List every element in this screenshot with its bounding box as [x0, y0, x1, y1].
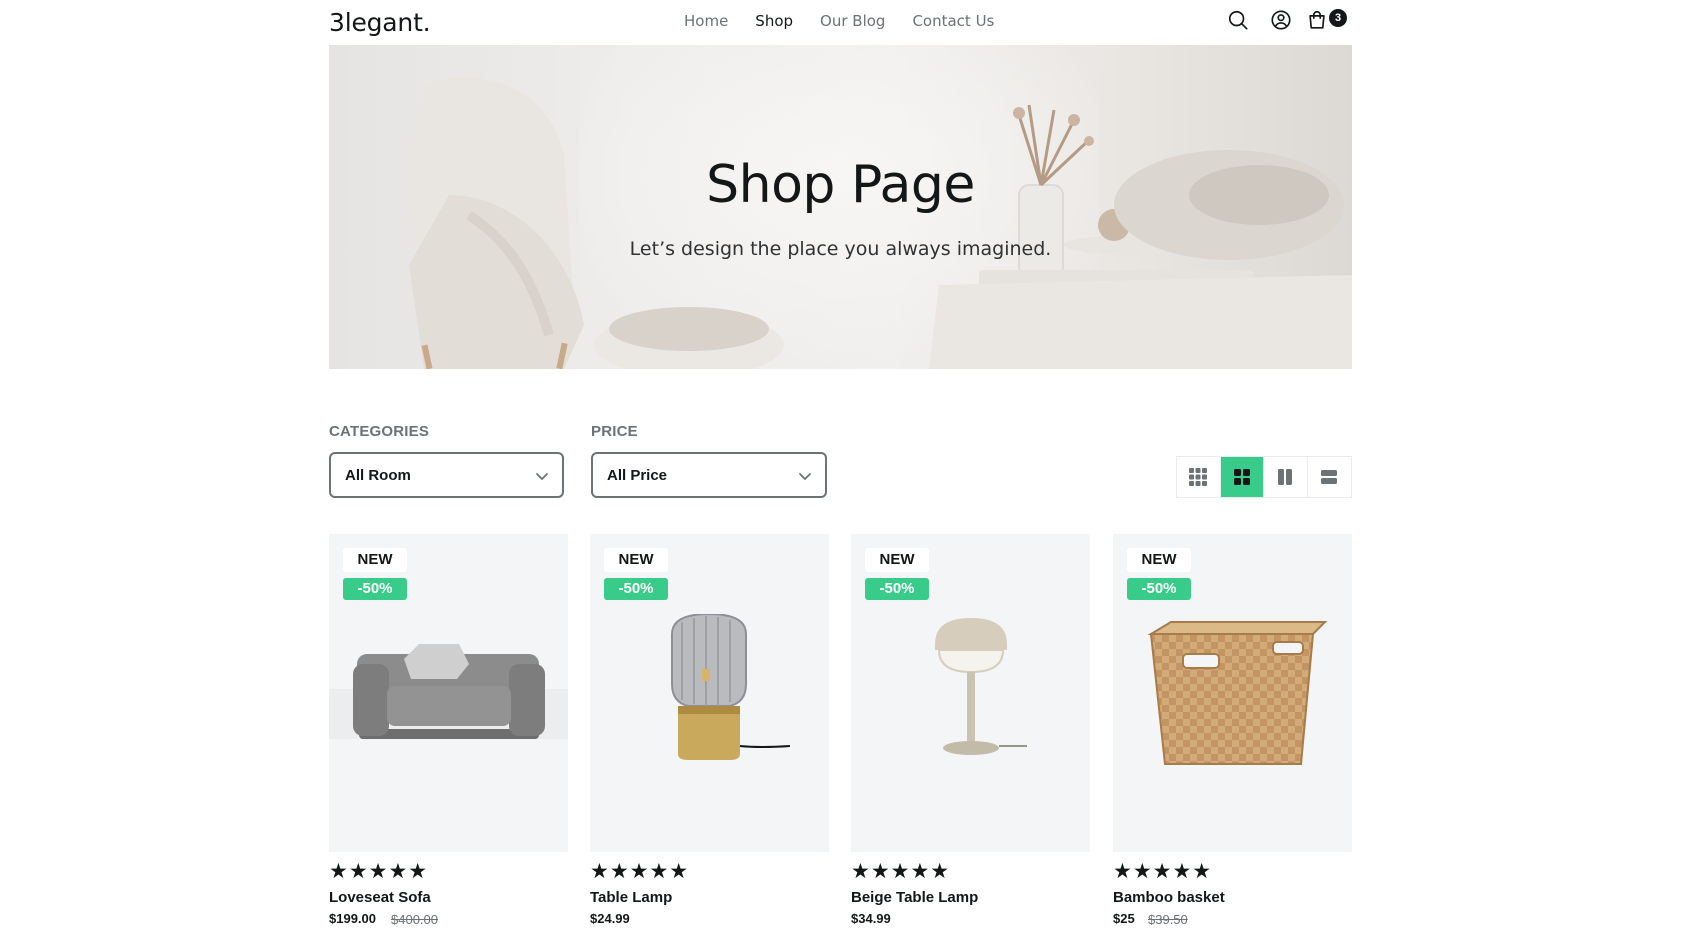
discount-badge: -50% — [1127, 578, 1191, 600]
site-logo[interactable]: 3legant. — [329, 8, 431, 37]
rows-icon — [1321, 470, 1338, 484]
product-card[interactable]: NEW -50% ★★★★★ Table Lamp $24.99 — [590, 534, 829, 926]
table-lamp-illustration — [671, 614, 791, 760]
product-price: $24.99 — [590, 911, 630, 926]
categories-value: All Room — [345, 467, 411, 484]
new-badge: NEW — [343, 548, 407, 572]
categories-select[interactable]: All Room — [329, 452, 564, 498]
rating-stars: ★★★★★ — [329, 860, 429, 883]
bamboo-basket-illustration — [1147, 621, 1328, 765]
view-grid-3x3-button[interactable] — [1177, 457, 1221, 497]
product-old-price: $39.50 — [1148, 912, 1188, 927]
new-badge: NEW — [865, 548, 929, 572]
product-name[interactable]: Loveseat Sofa — [329, 889, 431, 906]
price-select[interactable]: All Price — [591, 452, 827, 498]
product-name[interactable]: Beige Table Lamp — [851, 889, 978, 906]
view-grid-2x2-button[interactable] — [1220, 457, 1264, 497]
shopping-bag-icon[interactable] — [1306, 9, 1328, 31]
user-account-icon[interactable] — [1270, 9, 1292, 31]
discount-badge: -50% — [343, 578, 407, 600]
beige-lamp-illustration — [935, 618, 1027, 755]
product-card[interactable]: NEW -50% ★★★★★ Loveseat Sofa $199.00 $40… — [329, 534, 568, 927]
nav-blog[interactable]: Our Blog — [820, 12, 885, 30]
product-name[interactable]: Table Lamp — [590, 889, 672, 906]
new-badge: NEW — [1127, 548, 1191, 572]
rating-stars: ★★★★★ — [851, 860, 951, 883]
main-nav: Home Shop Our Blog Contact Us — [684, 12, 994, 30]
page-title: Shop Page — [706, 155, 975, 215]
product-image[interactable]: NEW -50% — [329, 534, 568, 852]
search-icon[interactable] — [1227, 9, 1249, 31]
view-columns-button[interactable] — [1264, 457, 1308, 497]
rating-stars: ★★★★★ — [590, 860, 690, 883]
rating-stars: ★★★★★ — [1113, 860, 1213, 883]
product-image[interactable]: NEW -50% — [590, 534, 829, 852]
new-badge: NEW — [604, 548, 668, 572]
chevron-down-icon — [799, 473, 811, 480]
product-price: $199.00 — [329, 911, 376, 926]
grid-3x3-icon — [1189, 468, 1208, 486]
view-toggle-group — [1176, 456, 1352, 498]
sofa-illustration — [329, 644, 568, 739]
product-image[interactable]: NEW -50% — [1113, 534, 1352, 852]
cart-count-badge: 3 — [1329, 9, 1347, 27]
nav-shop[interactable]: Shop — [755, 12, 793, 30]
grid-2x2-icon — [1233, 469, 1250, 485]
product-old-price: $400.00 — [391, 912, 438, 927]
product-card[interactable]: NEW -50% ★★★★★ Beige Table Lamp $34.99 — [851, 534, 1090, 926]
discount-badge: -50% — [865, 578, 929, 600]
product-price: $25 — [1113, 911, 1135, 926]
page-subtitle: Let’s design the place you always imagin… — [629, 238, 1052, 260]
product-card[interactable]: NEW -50% ★★★★★ Bamboo basket $25 $39.50 — [1113, 534, 1352, 927]
categories-label: CATEGORIES — [329, 423, 430, 440]
discount-badge: -50% — [604, 578, 668, 600]
product-image[interactable]: NEW -50% — [851, 534, 1090, 852]
price-value: All Price — [607, 467, 668, 484]
columns-icon — [1278, 469, 1293, 485]
site-header: 3legant. Home Shop Our Blog Contact Us 3 — [0, 0, 1702, 44]
price-label: PRICE — [591, 423, 638, 440]
product-name[interactable]: Bamboo basket — [1113, 889, 1225, 906]
chevron-down-icon — [536, 473, 548, 480]
product-price: $34.99 — [851, 911, 891, 926]
hero-banner: Shop Page Let’s design the place you alw… — [329, 45, 1352, 369]
view-rows-button[interactable] — [1307, 457, 1351, 497]
nav-home[interactable]: Home — [684, 12, 728, 30]
nav-contact[interactable]: Contact Us — [912, 12, 994, 30]
